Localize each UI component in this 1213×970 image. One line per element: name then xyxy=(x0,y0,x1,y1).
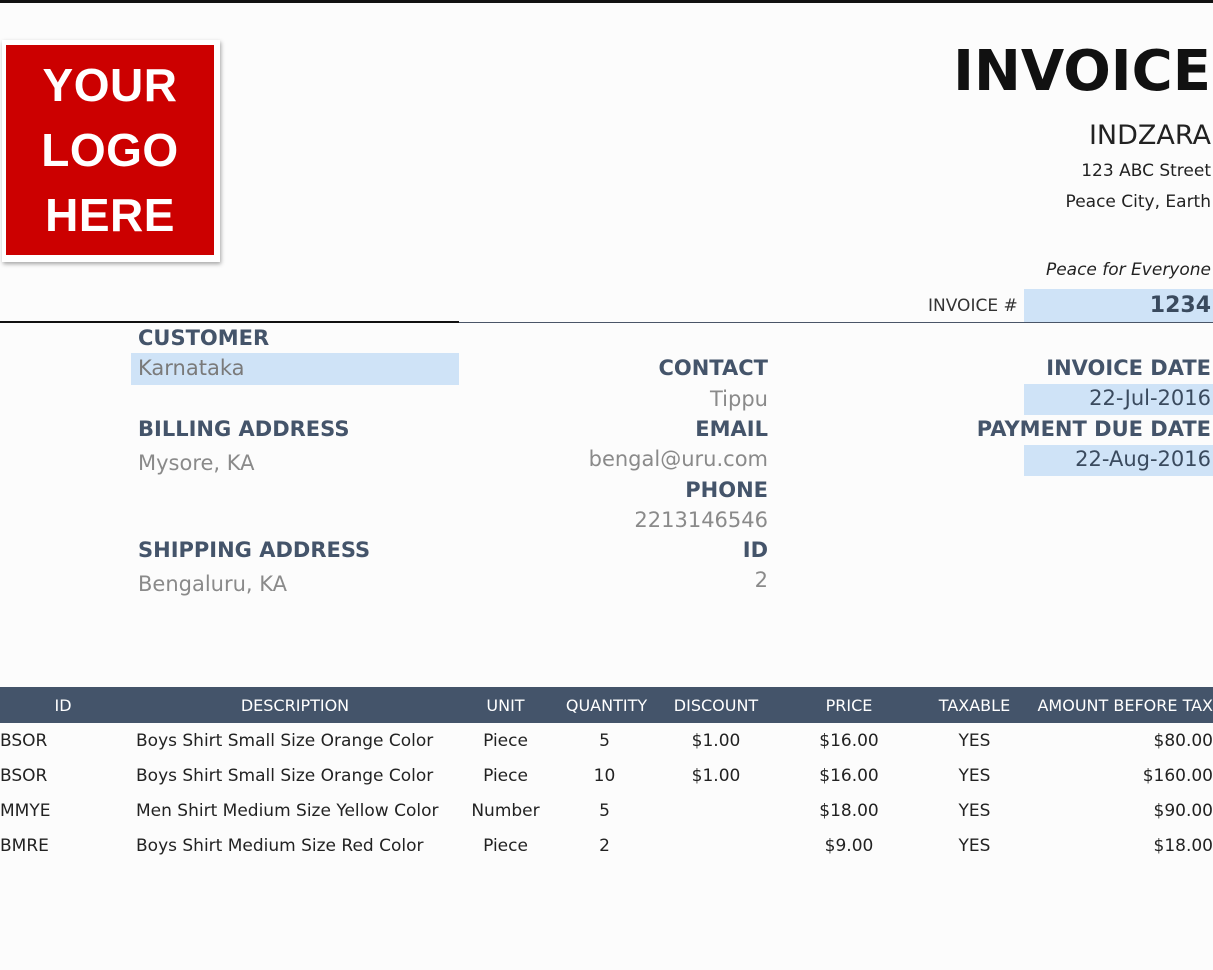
logo-text-line-3: HERE xyxy=(45,183,175,248)
email-value[interactable]: bengal@uru.com xyxy=(589,447,768,471)
table-cell-amount[interactable]: $160.00 xyxy=(1024,766,1213,786)
phone-label: PHONE xyxy=(685,478,768,502)
table-cell-unit[interactable]: Piece xyxy=(459,766,552,786)
column-header-quantity: QUANTITY xyxy=(556,687,657,723)
section-divider-left xyxy=(0,321,459,323)
column-header-amount-before-tax: AMOUNT BEFORE TAX xyxy=(1024,687,1213,723)
invoice-number-label: INVOICE # xyxy=(928,296,1018,316)
table-cell-price[interactable]: $16.00 xyxy=(775,731,923,751)
table-cell-taxable[interactable]: YES xyxy=(925,801,1024,821)
table-cell-id[interactable]: BSOR xyxy=(0,731,126,751)
company-address-line-1: 123 ABC Street xyxy=(1081,161,1211,181)
invoice-date-label: INVOICE DATE xyxy=(1046,356,1211,380)
table-cell-id[interactable]: MMYE xyxy=(0,801,126,821)
table-cell-qty[interactable]: 5 xyxy=(556,801,653,821)
company-tagline: Peace for Everyone xyxy=(1046,260,1211,280)
company-name: INDZARA xyxy=(1089,120,1211,151)
phone-value[interactable]: 2213146546 xyxy=(634,508,768,532)
column-header-id: ID xyxy=(0,687,126,723)
column-header-discount: DISCOUNT xyxy=(661,687,771,723)
table-cell-desc[interactable]: Men Shirt Medium Size Yellow Color xyxy=(136,801,456,821)
table-cell-amount[interactable]: $18.00 xyxy=(1024,836,1213,856)
billing-address-label: BILLING ADDRESS xyxy=(138,417,349,441)
table-cell-unit[interactable]: Piece xyxy=(459,731,552,751)
logo-text-line-1: YOUR xyxy=(43,53,178,118)
customer-value[interactable]: Karnataka xyxy=(138,356,244,380)
table-cell-id[interactable]: BMRE xyxy=(0,836,126,856)
table-cell-desc[interactable]: Boys Shirt Small Size Orange Color xyxy=(136,731,456,751)
table-cell-unit[interactable]: Number xyxy=(459,801,552,821)
id-label: ID xyxy=(743,538,768,562)
logo-placeholder: YOUR LOGO HERE xyxy=(6,45,214,255)
top-border-line xyxy=(0,0,1213,3)
table-cell-unit[interactable]: Piece xyxy=(459,836,552,856)
invoice-title: INVOICE xyxy=(953,38,1211,105)
table-cell-id[interactable]: BSOR xyxy=(0,766,126,786)
column-header-unit: UNIT xyxy=(459,687,552,723)
table-cell-desc[interactable]: Boys Shirt Medium Size Red Color xyxy=(136,836,456,856)
column-header-description: DESCRIPTION xyxy=(131,687,459,723)
invoice-number-value[interactable]: 1234 xyxy=(1150,293,1211,318)
table-cell-qty[interactable]: 10 xyxy=(556,766,653,786)
table-cell-price[interactable]: $9.00 xyxy=(775,836,923,856)
company-logo: YOUR LOGO HERE xyxy=(2,40,220,262)
logo-text-line-2: LOGO xyxy=(41,118,178,183)
email-label: EMAIL xyxy=(695,417,768,441)
company-address-line-2: Peace City, Earth xyxy=(1066,192,1211,212)
contact-value[interactable]: Tippu xyxy=(710,387,768,411)
table-cell-discount[interactable]: $1.00 xyxy=(661,731,771,751)
table-cell-taxable[interactable]: YES xyxy=(925,731,1024,751)
shipping-address-value[interactable]: Bengaluru, KA xyxy=(138,572,287,596)
table-cell-qty[interactable]: 2 xyxy=(556,836,653,856)
table-cell-amount[interactable]: $90.00 xyxy=(1024,801,1213,821)
table-cell-taxable[interactable]: YES xyxy=(925,836,1024,856)
invoice-date-value[interactable]: 22-Jul-2016 xyxy=(1089,386,1211,410)
table-cell-discount[interactable]: $1.00 xyxy=(661,766,771,786)
id-value[interactable]: 2 xyxy=(755,568,768,592)
payment-due-date-value[interactable]: 22-Aug-2016 xyxy=(1075,447,1211,471)
table-cell-qty[interactable]: 5 xyxy=(556,731,653,751)
section-divider-right xyxy=(459,322,1213,323)
column-header-price: PRICE xyxy=(775,687,923,723)
table-cell-price[interactable]: $18.00 xyxy=(775,801,923,821)
table-cell-taxable[interactable]: YES xyxy=(925,766,1024,786)
shipping-address-label: SHIPPING ADDRESS xyxy=(138,538,370,562)
billing-address-value[interactable]: Mysore, KA xyxy=(138,451,255,475)
table-cell-desc[interactable]: Boys Shirt Small Size Orange Color xyxy=(136,766,456,786)
customer-label: CUSTOMER xyxy=(138,326,269,350)
table-cell-amount[interactable]: $80.00 xyxy=(1024,731,1213,751)
table-cell-price[interactable]: $16.00 xyxy=(775,766,923,786)
payment-due-date-label: PAYMENT DUE DATE xyxy=(977,417,1211,441)
column-header-taxable: TAXABLE xyxy=(925,687,1024,723)
contact-label: CONTACT xyxy=(658,356,768,380)
